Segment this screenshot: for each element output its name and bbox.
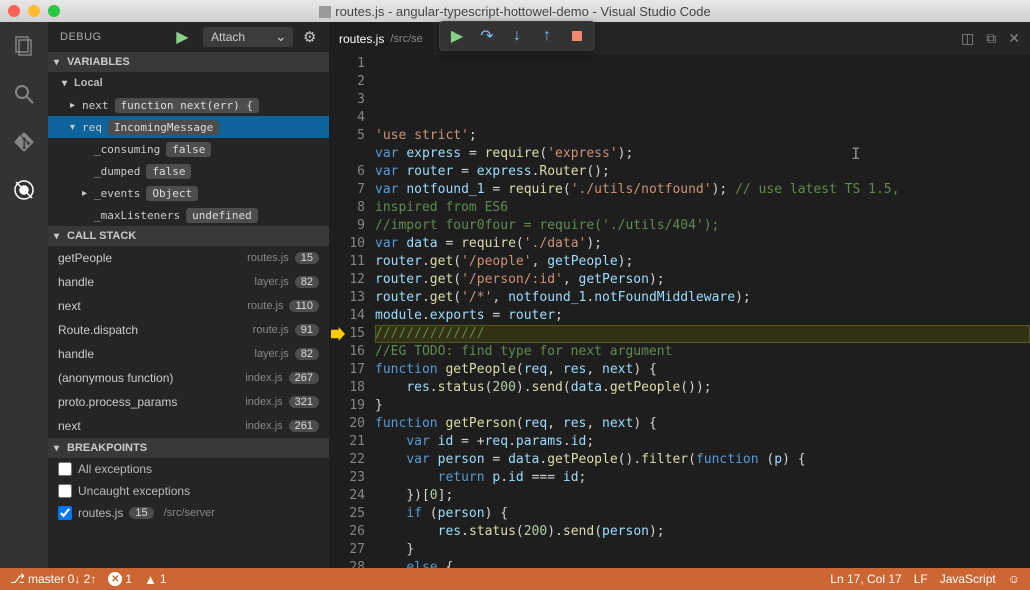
checkbox[interactable] bbox=[58, 506, 72, 520]
tab-filename: routes.js bbox=[339, 32, 384, 46]
split-editor-icon[interactable]: ◫ bbox=[961, 30, 974, 47]
errors-status[interactable]: ✕1 bbox=[108, 572, 132, 586]
explorer-icon[interactable] bbox=[10, 32, 38, 60]
callstack-frame[interactable]: nextroute.js110 bbox=[48, 294, 329, 318]
status-bar: ⎇master 0↓ 2↑ ✕1 ▲1 Ln 17, Col 17 LF Jav… bbox=[0, 568, 1030, 590]
breakpoints-section-header[interactable]: ▾BREAKPOINTS bbox=[48, 438, 329, 458]
search-icon[interactable] bbox=[10, 80, 38, 108]
callstack-section-header[interactable]: ▾CALL STACK bbox=[48, 226, 329, 246]
callstack-frame[interactable]: handlelayer.js82 bbox=[48, 270, 329, 294]
git-branch-status[interactable]: ⎇master 0↓ 2↑ bbox=[10, 571, 96, 587]
warnings-status[interactable]: ▲1 bbox=[144, 572, 167, 587]
debug-icon[interactable] bbox=[10, 176, 38, 204]
callstack-frame[interactable]: Route.dispatchroute.js91 bbox=[48, 318, 329, 342]
git-icon[interactable] bbox=[10, 128, 38, 156]
tab-path: /src/se bbox=[390, 33, 422, 45]
step-over-button[interactable]: ↷ bbox=[472, 22, 502, 50]
editor-area: routes.js /src/se ▶ ↷ ↓ ↑ ◫ ⧉ ✕ 12345678… bbox=[329, 22, 1030, 568]
branch-icon: ⎇ bbox=[10, 571, 25, 587]
warning-icon: ▲ bbox=[144, 572, 157, 587]
callstack-frame[interactable]: handlelayer.js82 bbox=[48, 342, 329, 366]
minimize-window-button[interactable] bbox=[28, 5, 40, 17]
continue-button[interactable]: ▶ bbox=[442, 22, 472, 50]
close-editor-icon[interactable]: ✕ bbox=[1008, 30, 1020, 47]
start-debug-button[interactable]: ▶ bbox=[176, 27, 189, 47]
breakpoint-file[interactable]: routes.js15/src/server bbox=[48, 502, 329, 524]
window-controls bbox=[8, 5, 60, 17]
feedback-icon[interactable]: ☺ bbox=[1008, 572, 1020, 586]
close-window-button[interactable] bbox=[8, 5, 20, 17]
variable-row[interactable]: ▸_events Object bbox=[48, 182, 329, 204]
breakpoints-list: All exceptions Uncaught exceptions route… bbox=[48, 458, 329, 524]
debug-config-select[interactable]: Attach bbox=[203, 27, 293, 47]
code-content[interactable]: I 'use strict';var express = require('ex… bbox=[375, 55, 1030, 568]
settings-icon[interactable]: ⚙ bbox=[303, 28, 317, 46]
checkbox[interactable] bbox=[58, 462, 72, 476]
callstack-frame[interactable]: (anonymous function)index.js267 bbox=[48, 366, 329, 390]
variable-row[interactable]: _dumped false bbox=[48, 160, 329, 182]
error-icon: ✕ bbox=[108, 572, 122, 586]
debug-toolbar: ▶ ↷ ↓ ↑ bbox=[439, 21, 595, 51]
titlebar: routes.js - angular-typescript-hottowel-… bbox=[0, 0, 1030, 22]
variables-scope[interactable]: ▾Local bbox=[48, 72, 329, 94]
breakpoint-all-exceptions[interactable]: All exceptions bbox=[48, 458, 329, 480]
callstack-frame[interactable]: getPeopleroutes.js15 bbox=[48, 246, 329, 270]
variables-section-header[interactable]: ▾VARIABLES bbox=[48, 52, 329, 72]
code-editor[interactable]: 1234567891011121314151617181920212223242… bbox=[329, 55, 1030, 568]
variables-list: ▾Local ▸next function next(err) {▾req In… bbox=[48, 72, 329, 226]
breakpoint-uncaught-exceptions[interactable]: Uncaught exceptions bbox=[48, 480, 329, 502]
maximize-window-button[interactable] bbox=[48, 5, 60, 17]
window-title: routes.js - angular-typescript-hottowel-… bbox=[0, 4, 1030, 19]
line-gutter: 1234567891011121314151617181920212223242… bbox=[329, 55, 375, 568]
step-into-button[interactable]: ↓ bbox=[502, 22, 532, 50]
stop-button[interactable] bbox=[562, 22, 592, 50]
variable-row[interactable]: ▸next function next(err) { bbox=[48, 94, 329, 116]
debug-sidebar: DEBUG ▶ Attach ⚙ ▾VARIABLES ▾Local ▸next… bbox=[48, 22, 329, 568]
step-out-button[interactable]: ↑ bbox=[532, 22, 562, 50]
debug-header: DEBUG ▶ Attach ⚙ bbox=[48, 22, 329, 52]
callstack-frame[interactable]: nextindex.js261 bbox=[48, 414, 329, 438]
file-icon bbox=[319, 6, 331, 18]
open-preview-icon[interactable]: ⧉ bbox=[986, 30, 996, 47]
callstack-list: getPeopleroutes.js15handlelayer.js82next… bbox=[48, 246, 329, 438]
eol-status[interactable]: LF bbox=[914, 572, 928, 586]
language-status[interactable]: JavaScript bbox=[940, 572, 996, 586]
debug-label: DEBUG bbox=[60, 31, 102, 43]
activity-bar bbox=[0, 22, 48, 568]
callstack-frame[interactable]: proto.process_paramsindex.js321 bbox=[48, 390, 329, 414]
variable-row[interactable]: _maxListeners undefined bbox=[48, 204, 329, 226]
checkbox[interactable] bbox=[58, 484, 72, 498]
variable-row[interactable]: ▾req IncomingMessage bbox=[48, 116, 329, 138]
cursor-position-status[interactable]: Ln 17, Col 17 bbox=[830, 572, 901, 586]
tab-bar: routes.js /src/se ▶ ↷ ↓ ↑ ◫ ⧉ ✕ bbox=[329, 22, 1030, 55]
variable-row[interactable]: _consuming false bbox=[48, 138, 329, 160]
editor-actions: ◫ ⧉ ✕ bbox=[961, 22, 1030, 55]
tab-routes-js[interactable]: routes.js /src/se bbox=[329, 22, 434, 55]
